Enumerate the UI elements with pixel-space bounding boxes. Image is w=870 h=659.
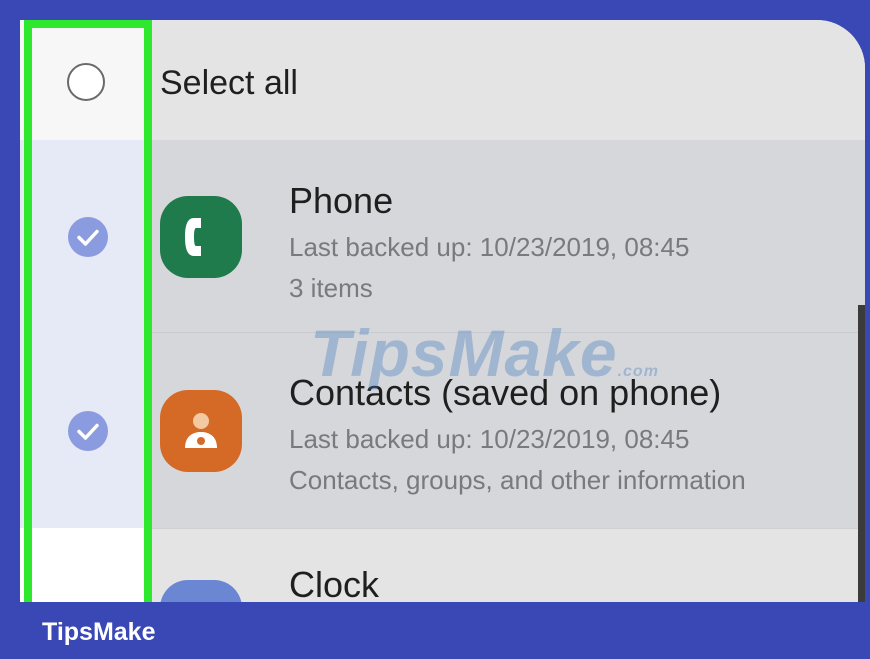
highlight-box	[24, 20, 152, 602]
brand-logo: TipsMake	[42, 618, 156, 646]
watermark: TipsMake.com	[310, 316, 659, 390]
phone-icon	[160, 196, 242, 278]
item-title: Phone	[289, 180, 394, 221]
contact-person-icon	[160, 390, 242, 472]
scrollbar[interactable]	[858, 305, 865, 602]
select-all-label: Select all	[160, 64, 298, 102]
item-last-backup: Last backed up: 10/23/2019, 08:45	[289, 424, 690, 454]
divider	[150, 528, 865, 529]
item-description: 3 items	[289, 273, 373, 303]
backup-selection-screen: Select all Phone Last backed up: 10/23/2…	[20, 20, 865, 602]
item-description: Contacts, groups, and other information	[289, 465, 746, 495]
footer-bar: TipsMake	[0, 602, 870, 659]
item-last-backup: Last backed up: 10/23/2019, 08:45	[289, 232, 690, 262]
item-title: Clock	[289, 564, 380, 602]
